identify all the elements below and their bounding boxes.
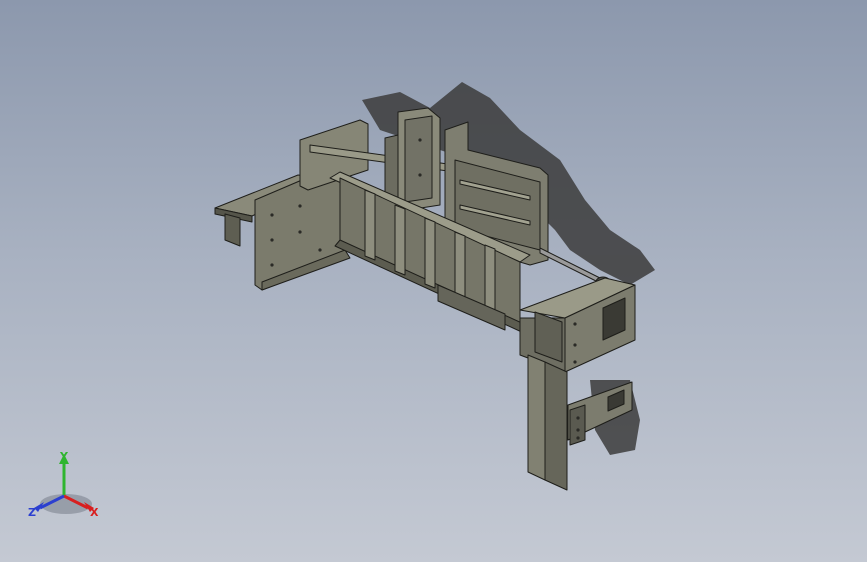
triad-x-label: X xyxy=(90,506,99,519)
rib-3 xyxy=(424,217,436,289)
center-tower-face xyxy=(404,115,433,203)
triad-y-label: Y xyxy=(59,450,69,463)
rib-5 xyxy=(484,244,496,316)
rib-4 xyxy=(454,231,466,301)
left-table-leg xyxy=(224,213,241,247)
coordinate-triad-icon: Y X Z xyxy=(28,450,99,519)
cad-model-scene[interactable] xyxy=(0,0,867,562)
rib-2 xyxy=(394,204,406,276)
vertical-leg-side xyxy=(544,361,568,491)
vertical-leg xyxy=(527,354,546,481)
rib-1 xyxy=(364,189,376,261)
cad-assembly[interactable] xyxy=(214,107,636,491)
graphics-viewport[interactable]: Y X Z xyxy=(0,0,867,562)
triad-z-label: Z xyxy=(28,506,36,519)
